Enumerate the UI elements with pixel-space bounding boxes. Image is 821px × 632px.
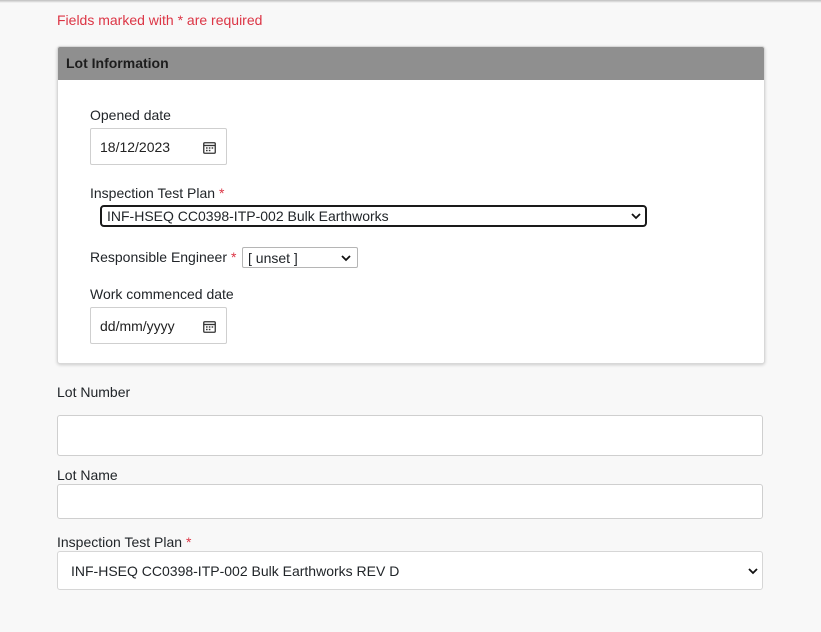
card-itp-label: Inspection Test Plan * xyxy=(90,185,225,201)
lot-name-input[interactable] xyxy=(57,484,763,519)
required-marker: * xyxy=(186,534,192,550)
top-edge-shadow xyxy=(0,0,821,3)
lot-information-card: Lot Information Opened date 18/12/2023 I… xyxy=(57,46,765,364)
card-itp-select[interactable]: INF-HSEQ CC0398-ITP-002 Bulk Earthworks xyxy=(100,205,647,227)
work-commenced-date-label: Work commenced date xyxy=(90,286,234,302)
responsible-engineer-select[interactable]: [ unset ] xyxy=(242,247,358,268)
main-itp-label: Inspection Test Plan * xyxy=(57,534,192,550)
main-itp-selected: INF-HSEQ CC0398-ITP-002 Bulk Earthworks … xyxy=(71,563,400,579)
calendar-icon[interactable] xyxy=(203,320,216,333)
card-itp-selected: INF-HSEQ CC0398-ITP-002 Bulk Earthworks xyxy=(107,208,389,224)
responsible-engineer-label: Responsible Engineer * xyxy=(90,249,237,265)
chevron-down-icon xyxy=(631,213,641,220)
opened-date-input[interactable]: 18/12/2023 xyxy=(90,128,227,165)
work-commenced-date-placeholder: dd/mm/yyyy xyxy=(100,318,175,334)
required-marker: * xyxy=(230,249,237,265)
required-fields-note: Fields marked with * are required xyxy=(57,12,263,28)
lot-number-label: Lot Number xyxy=(57,384,131,400)
opened-date-label: Opened date xyxy=(90,107,171,123)
work-commenced-date-input[interactable]: dd/mm/yyyy xyxy=(90,307,227,344)
responsible-engineer-selected: [ unset ] xyxy=(248,249,298,266)
chevron-down-icon xyxy=(748,567,758,574)
lot-number-input[interactable] xyxy=(57,415,763,456)
required-marker: * xyxy=(219,185,225,201)
main-itp-select[interactable]: INF-HSEQ CC0398-ITP-002 Bulk Earthworks … xyxy=(57,551,763,590)
lot-name-label: Lot Name xyxy=(57,467,118,483)
opened-date-value: 18/12/2023 xyxy=(100,139,171,155)
lot-information-header: Lot Information xyxy=(58,47,764,80)
calendar-icon[interactable] xyxy=(203,141,216,154)
chevron-down-icon xyxy=(341,254,351,261)
